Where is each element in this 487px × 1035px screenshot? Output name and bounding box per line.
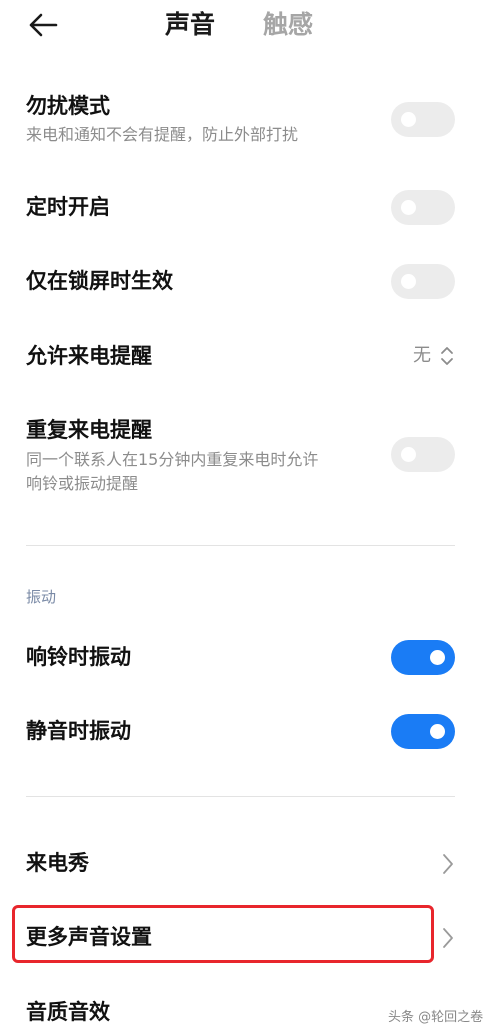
row-subtitle-line-2: 响铃或振动提醒 (26, 474, 139, 493)
chevron-right-icon (443, 928, 453, 948)
updown-chevron-icon (441, 347, 453, 365)
row-title: 定时开启 (26, 195, 110, 219)
chevron-right-icon (443, 854, 453, 874)
row-silent-vibrate[interactable]: 静音时振动 (0, 714, 487, 750)
tab-sound[interactable]: 声音 (165, 8, 215, 42)
row-subtitle-line-1: 同一个联系人在15分钟内重复来电时允许 (26, 450, 319, 469)
allow-calls-value: 无 (413, 345, 431, 366)
row-title: 来电秀 (26, 851, 89, 875)
watermark: 头条 @轮回之卷 (388, 1010, 484, 1025)
row-title: 允许来电提醒 (26, 344, 152, 368)
dnd-toggle[interactable] (391, 102, 455, 137)
row-ring-vibrate[interactable]: 响铃时振动 (0, 640, 487, 676)
toggle-knob (401, 112, 416, 127)
row-title: 响铃时振动 (26, 645, 131, 669)
toggle-knob (401, 200, 416, 215)
row-caller-show[interactable]: 来电秀 (0, 848, 487, 880)
row-title: 仅在锁屏时生效 (26, 269, 173, 293)
divider (26, 545, 455, 546)
top-bar: 声音 触感 (0, 0, 487, 52)
silent-vibrate-toggle[interactable] (391, 714, 455, 749)
highlight-annotation (12, 905, 434, 963)
row-do-not-disturb[interactable]: 勿扰模式 来电和通知不会有提醒，防止外部打扰 (0, 90, 487, 154)
row-title: 勿扰模式 (26, 94, 110, 118)
toggle-knob (401, 274, 416, 289)
tab-haptics[interactable]: 触感 (263, 8, 313, 42)
toggle-knob (430, 724, 445, 739)
row-lockscreen-only[interactable]: 仅在锁屏时生效 (0, 264, 487, 300)
scheduled-toggle[interactable] (391, 190, 455, 225)
row-allow-calls[interactable]: 允许来电提醒 无 (0, 340, 487, 372)
toggle-knob (430, 650, 445, 665)
divider (26, 796, 455, 797)
row-scheduled[interactable]: 定时开启 (0, 190, 487, 226)
row-repeat-calls[interactable]: 重复来电提醒 同一个联系人在15分钟内重复来电时允许 响铃或振动提醒 (0, 416, 487, 500)
toggle-knob (401, 447, 416, 462)
row-subtitle: 来电和通知不会有提醒，防止外部打扰 (26, 125, 299, 144)
section-label-vibration: 振动 (26, 588, 57, 606)
row-title: 音质音效 (26, 1000, 110, 1024)
repeat-calls-toggle[interactable] (391, 437, 455, 472)
lockscreen-toggle[interactable] (391, 264, 455, 299)
row-title: 重复来电提醒 (26, 418, 152, 442)
row-title: 静音时振动 (26, 719, 131, 743)
ring-vibrate-toggle[interactable] (391, 640, 455, 675)
back-arrow-icon[interactable] (28, 12, 58, 38)
